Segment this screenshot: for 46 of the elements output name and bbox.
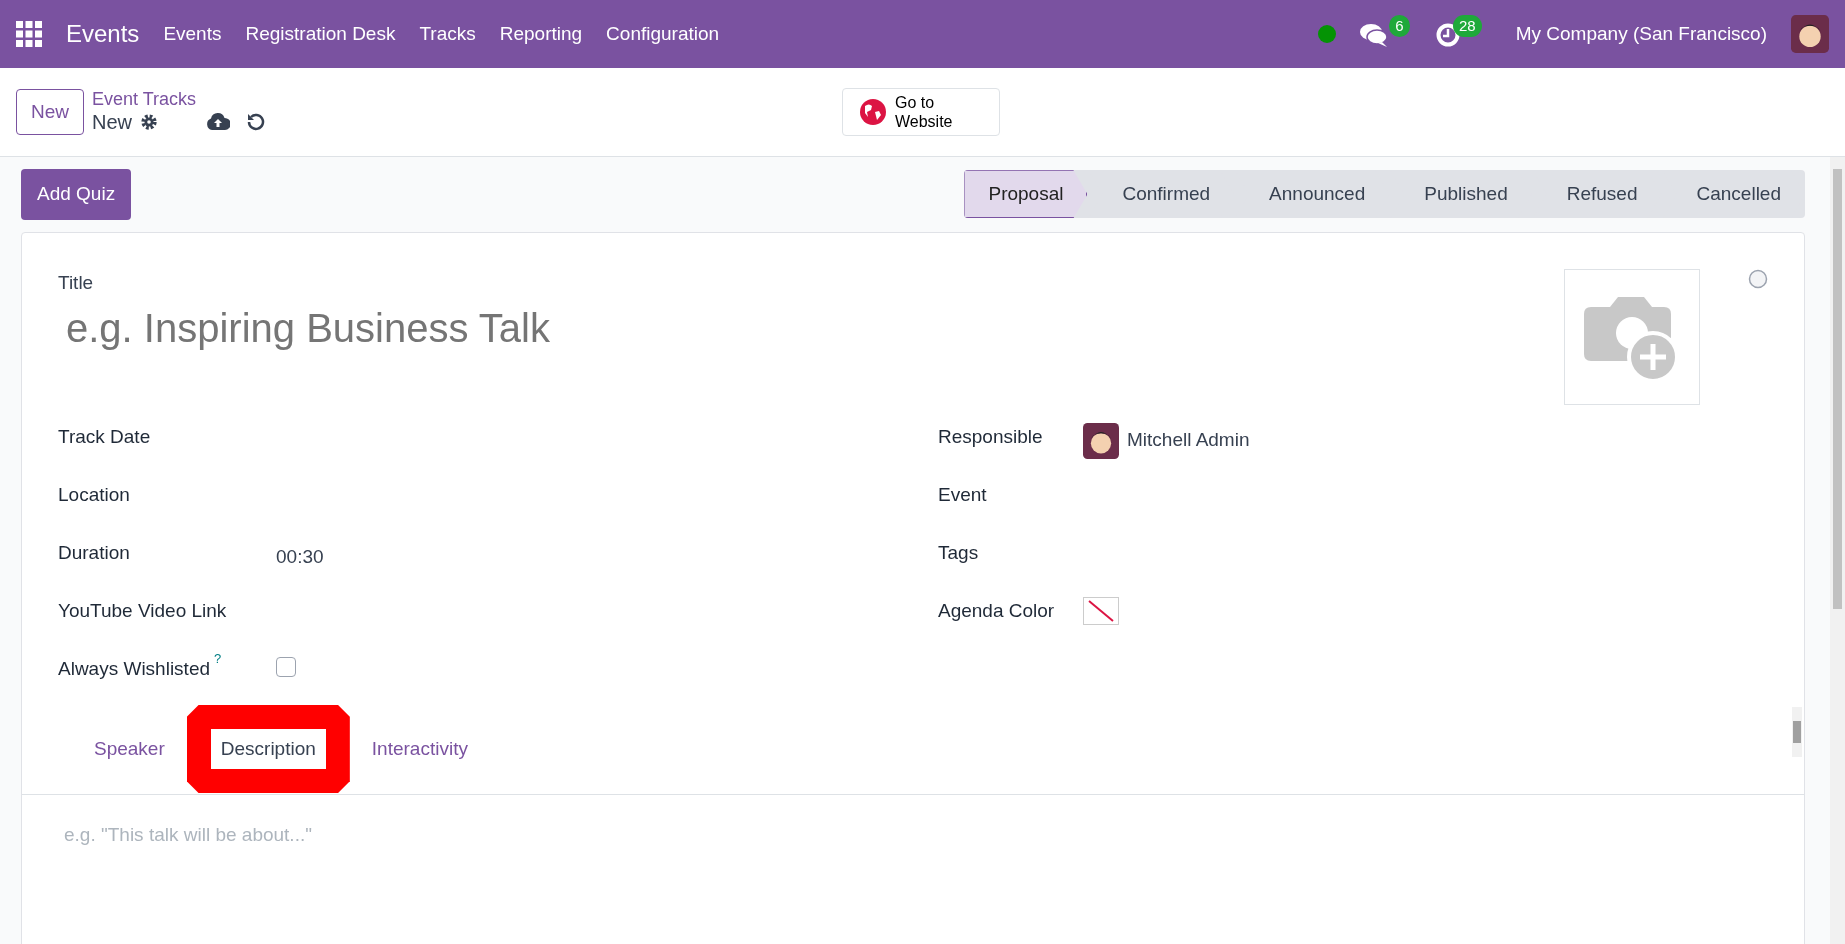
user-avatar[interactable] — [1791, 15, 1829, 53]
radio-circle-icon[interactable] — [1748, 268, 1768, 289]
field-label: Event — [938, 482, 988, 507]
field-label: Tags — [938, 540, 980, 565]
field-label: Always Wishlisted — [58, 656, 211, 681]
tab[interactable]: Speaker — [84, 728, 175, 770]
count-badge: 28 — [1453, 15, 1482, 38]
menu-item[interactable]: Configuration — [606, 19, 720, 49]
field-label: YouTube Video Link — [58, 598, 228, 623]
field-label: Duration — [58, 540, 131, 565]
field-label: Agenda Color — [938, 598, 1056, 623]
checkbox[interactable] — [276, 656, 296, 677]
chat-icon[interactable] — [1359, 22, 1388, 47]
apps-menu-icon[interactable] — [16, 21, 42, 47]
color-picker[interactable] — [1083, 596, 1119, 625]
tab[interactable]: Interactivity — [361, 728, 478, 770]
menu-item[interactable]: Reporting — [499, 19, 583, 49]
status-dot-icon — [1317, 25, 1336, 43]
add-quiz-button[interactable]: Add Quiz — [21, 169, 132, 220]
app-name[interactable]: Events — [66, 16, 140, 52]
breadcrumb-link[interactable]: Event Tracks — [92, 90, 267, 110]
field-value: 00:30 — [276, 544, 324, 569]
undo-icon[interactable] — [246, 111, 267, 132]
field-label: Responsible — [938, 424, 1044, 449]
new-button[interactable]: New — [16, 88, 84, 136]
menu-item[interactable]: Events — [163, 19, 222, 49]
count-badge: 6 — [1389, 15, 1410, 38]
field-label: Track Date — [58, 424, 152, 449]
field-label: Title — [58, 270, 95, 295]
cloud-upload-icon[interactable] — [206, 111, 231, 130]
scrollbar[interactable] — [1830, 157, 1845, 944]
scrollbar[interactable] — [1792, 706, 1802, 757]
menu-item[interactable]: Registration Desk — [245, 19, 396, 49]
user-avatar — [1083, 422, 1119, 459]
clock-icon[interactable] — [1435, 22, 1460, 47]
record-name: New — [92, 109, 133, 134]
gear-icon[interactable] — [140, 112, 159, 131]
help-tooltip-icon[interactable]: ? — [214, 650, 222, 666]
field-label: Location — [58, 482, 131, 507]
stage-step[interactable]: Proposal — [964, 170, 1088, 219]
globe-icon — [859, 98, 887, 126]
tab[interactable]: Description — [210, 728, 326, 770]
user-name[interactable]: Mitchell Admin — [1127, 426, 1250, 455]
website-button[interactable]: Go to Website — [842, 87, 1000, 137]
menu-item[interactable]: Tracks — [419, 19, 476, 49]
company-switcher[interactable]: My Company (San Francisco) — [1515, 19, 1767, 49]
